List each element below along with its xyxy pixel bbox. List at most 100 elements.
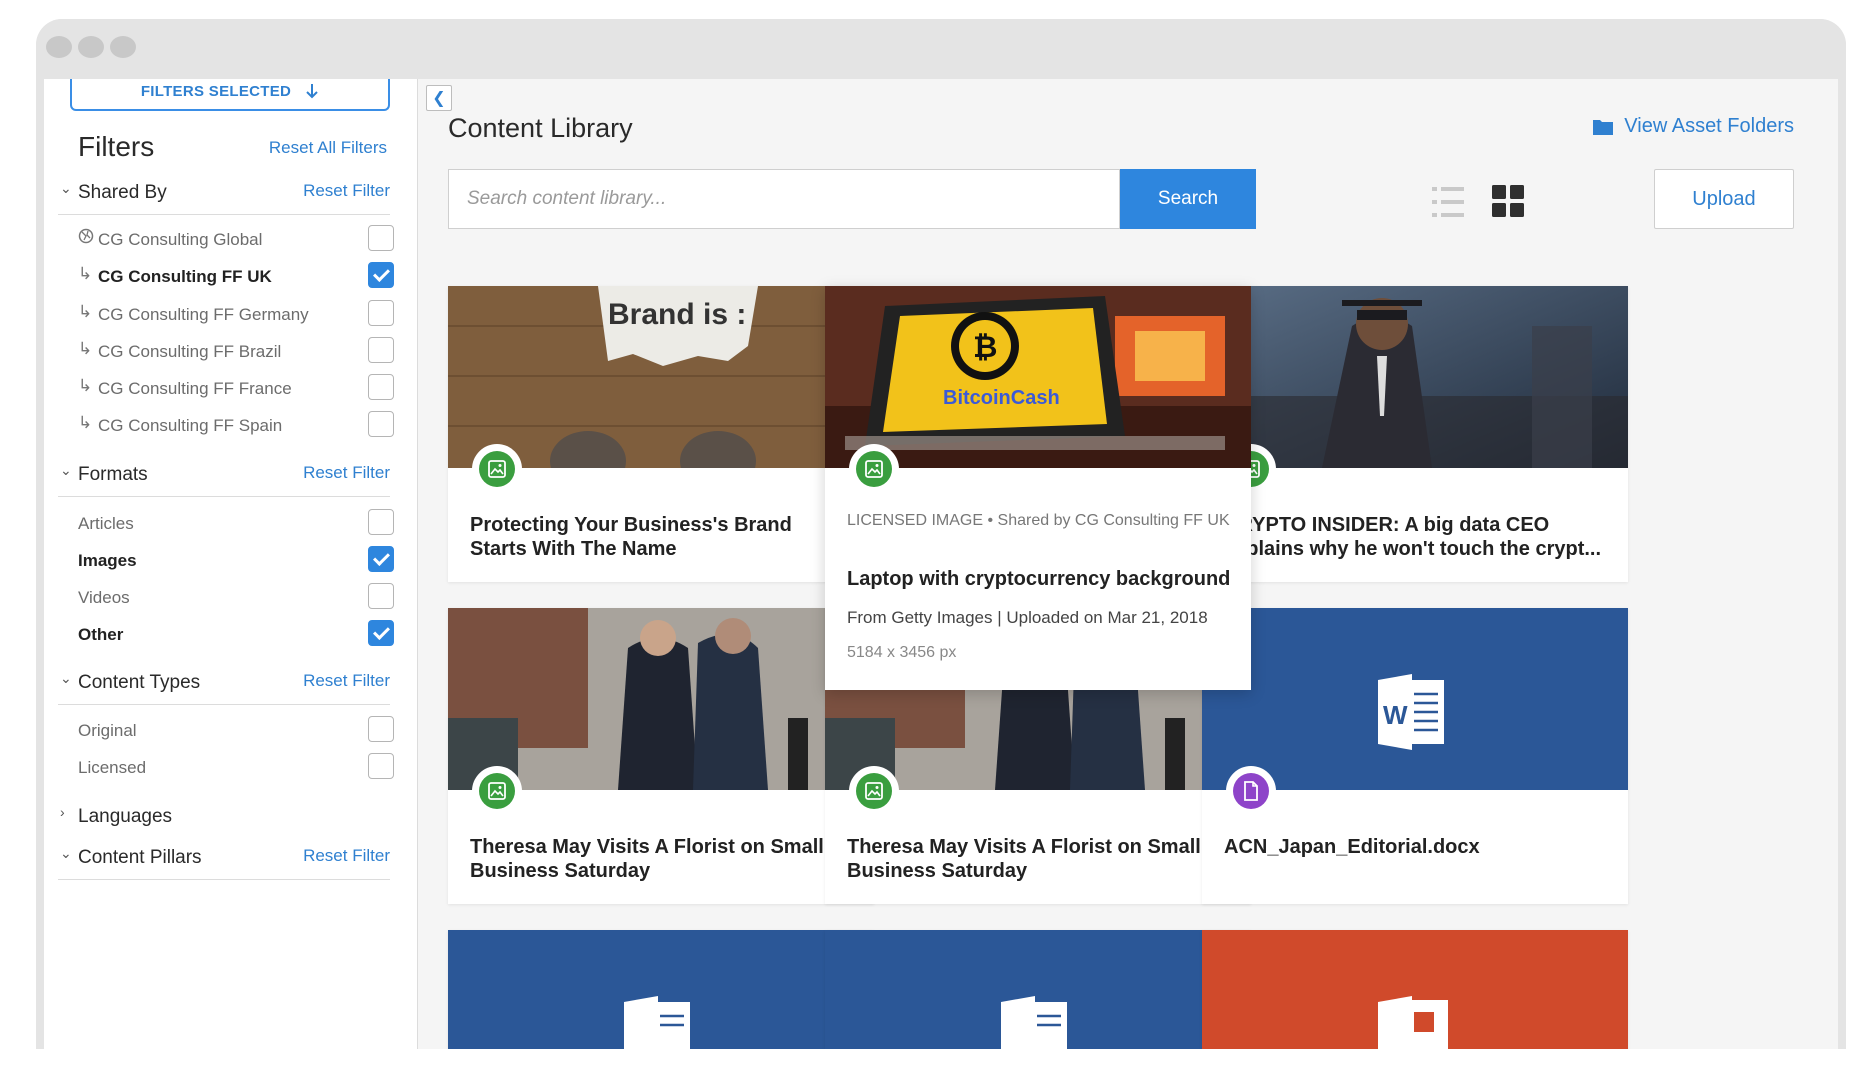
asset-card-expanded[interactable]: ₿ BitcoinCash LICENSED IMAGE • Shared by… [825, 286, 1251, 690]
window-maximize-dot[interactable] [110, 36, 136, 58]
checkbox[interactable] [368, 753, 394, 779]
filter-option-label: CG Consulting FF Brazil [98, 342, 282, 361]
filter-option-images[interactable]: Images [78, 546, 394, 576]
checkbox[interactable] [368, 337, 394, 363]
filter-option-other[interactable]: Other [78, 620, 394, 650]
asset-card[interactable] [448, 930, 874, 1049]
checkbox-checked[interactable] [368, 262, 394, 288]
checkbox[interactable] [368, 583, 394, 609]
chevron-down-icon: ⌄ [60, 462, 72, 478]
asset-card[interactable]: W ACN_Japan_Editorial.docx [1202, 608, 1628, 904]
view-asset-folders-link[interactable]: View Asset Folders [1592, 115, 1794, 138]
checkbox-checked[interactable] [368, 620, 394, 646]
content-pillars-label: Content Pillars [78, 847, 202, 868]
asset-card[interactable] [825, 930, 1251, 1049]
content-pillars-section-header[interactable]: ⌄ Content Pillars Reset Filter [58, 842, 390, 880]
sub-item-arrow-icon: ↳ [78, 339, 93, 358]
asset-thumbnail [1202, 286, 1628, 468]
collapse-sidebar-button[interactable]: ❮ [426, 85, 452, 111]
word-document-icon: W [1378, 674, 1444, 750]
document-type-badge [1228, 768, 1274, 814]
globe-icon [78, 228, 94, 244]
checkbox[interactable] [368, 509, 394, 535]
word-document-icon [624, 996, 690, 1049]
asset-card[interactable]: Theresa May Visits A Florist on Small Bu… [448, 608, 874, 904]
filters-selected-button[interactable]: FILTERS SELECTED [70, 79, 390, 111]
filter-option-articles[interactable]: Articles [78, 509, 394, 539]
asset-title: Protecting Your Business's Brand Starts … [470, 514, 792, 560]
list-view-icon[interactable] [1432, 185, 1464, 219]
search-input[interactable] [448, 169, 1120, 229]
view-asset-folders-label: View Asset Folders [1624, 115, 1794, 137]
shared-by-section-header[interactable]: ⌄ Shared By Reset Filter [58, 177, 390, 215]
svg-text:₿: ₿ [973, 331, 997, 364]
checkbox-checked[interactable] [368, 546, 394, 572]
filter-option-original[interactable]: Original [78, 716, 394, 746]
sub-item-arrow-icon: ↳ [78, 376, 93, 395]
formats-label: Formats [78, 464, 148, 485]
asset-card[interactable]: Brand is : Protecting Your Business's Br… [448, 286, 874, 582]
asset-card[interactable] [1202, 930, 1628, 1049]
filter-option-cg-ff-brazil[interactable]: ↳ CG Consulting FF Brazil [78, 337, 394, 367]
window-minimize-dot[interactable] [78, 36, 104, 58]
chevron-down-icon: ⌄ [60, 845, 72, 861]
thumbnail-text: BitcoinCash [943, 387, 1060, 409]
filter-option-cg-ff-uk[interactable]: ↳ CG Consulting FF UK [78, 262, 394, 292]
thumbnail-text: Brand is : [608, 298, 746, 331]
window-close-dot[interactable] [46, 36, 72, 58]
search-button[interactable]: Search [1120, 169, 1256, 229]
filter-option-cg-ff-spain[interactable]: ↳ CG Consulting FF Spain [78, 411, 394, 441]
checkbox[interactable] [368, 716, 394, 742]
shared-by-label: Shared By [78, 182, 167, 203]
reset-filter-link[interactable]: Reset Filter [303, 671, 390, 691]
filter-option-videos[interactable]: Videos [78, 583, 394, 613]
asset-dimensions: 5184 x 3456 px [847, 644, 957, 661]
checkbox[interactable] [368, 411, 394, 437]
reset-filter-link[interactable]: Reset Filter [303, 846, 390, 866]
asset-source-meta: From Getty Images | Uploaded on Mar 21, … [847, 608, 1208, 627]
filter-option-label: CG Consulting FF UK [98, 267, 272, 286]
filter-option-licensed[interactable]: Licensed [78, 753, 394, 783]
asset-card[interactable]: CRYPTO INSIDER: A big data CEO explains … [1202, 286, 1628, 582]
filter-option-cg-ff-france[interactable]: ↳ CG Consulting FF France [78, 374, 394, 404]
reset-filter-link[interactable]: Reset Filter [303, 181, 390, 201]
filters-title: Filters [78, 131, 155, 162]
page-title: Content Library [448, 113, 633, 143]
chevron-right-icon: › [60, 804, 65, 820]
asset-thumbnail: W [1202, 608, 1628, 790]
asset-title: ACN_Japan_Editorial.docx [1224, 836, 1480, 858]
folder-icon [1593, 119, 1614, 135]
asset-thumbnail: Brand is : [448, 286, 874, 468]
grid-view-icon[interactable] [1492, 185, 1524, 217]
filter-option-label: CG Consulting FF Germany [98, 305, 309, 324]
chevron-down-icon: ⌄ [60, 670, 72, 686]
filter-option-cg-ff-germany[interactable]: ↳ CG Consulting FF Germany [78, 300, 394, 330]
checkbox[interactable] [368, 374, 394, 400]
image-icon [488, 460, 506, 478]
content-types-section-header[interactable]: ⌄ Content Types Reset Filter [58, 667, 390, 705]
filter-option-label: Original [78, 721, 137, 740]
checkbox[interactable] [368, 225, 394, 251]
image-type-badge [474, 446, 520, 492]
filters-sidebar: FILTERS SELECTED Filters Reset All Filte… [44, 79, 418, 1049]
window-titlebar [36, 19, 1846, 79]
browser-window: FILTERS SELECTED Filters Reset All Filte… [36, 19, 1846, 1049]
upload-button[interactable]: Upload [1654, 169, 1794, 229]
filter-option-cg-global[interactable]: CG Consulting Global [78, 225, 394, 255]
image-type-badge [474, 768, 520, 814]
filter-option-label: CG Consulting FF Spain [98, 416, 283, 435]
reset-all-filters-link[interactable]: Reset All Filters [269, 138, 387, 158]
asset-title: Laptop with cryptocurrency background [847, 568, 1231, 590]
chevron-left-icon: ❮ [432, 90, 446, 107]
image-icon [865, 460, 883, 478]
sub-item-arrow-icon: ↳ [78, 264, 93, 283]
content-types-label: Content Types [78, 672, 201, 693]
reset-filter-link[interactable]: Reset Filter [303, 463, 390, 483]
formats-section-header[interactable]: ⌄ Formats Reset Filter [58, 459, 390, 497]
sub-item-arrow-icon: ↳ [78, 413, 93, 432]
checkbox[interactable] [368, 300, 394, 326]
languages-section-header[interactable]: › Languages [58, 801, 390, 839]
filter-option-label: Licensed [78, 758, 147, 777]
word-document-icon [1001, 996, 1067, 1049]
sub-item-arrow-icon: ↳ [78, 302, 93, 321]
